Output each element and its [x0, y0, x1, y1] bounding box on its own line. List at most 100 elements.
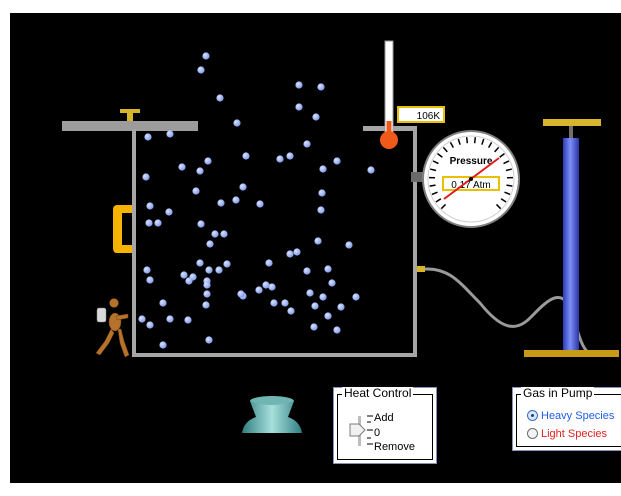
gas-particle — [239, 183, 247, 191]
gas-particle — [184, 316, 192, 324]
pressure-gauge: Pressure 0.17 Atm — [411, 130, 520, 228]
gas-particle — [303, 267, 311, 275]
heat-control-title: Heat Control — [342, 386, 414, 400]
gas-particle — [220, 230, 228, 238]
gas-particle — [281, 299, 289, 307]
temperature-readout: 106K — [417, 111, 441, 122]
gas-particle — [306, 289, 314, 297]
gas-particle — [165, 208, 173, 216]
gas-particle — [205, 336, 213, 344]
gas-particle — [144, 133, 152, 141]
gas-particle — [312, 113, 320, 121]
gas-particle — [337, 303, 345, 311]
gas-particle — [232, 196, 240, 204]
pump-handle[interactable] — [543, 119, 601, 126]
gauge-tick — [473, 137, 477, 144]
radio-heavy-species[interactable]: Heavy Species — [527, 410, 614, 423]
radio-button-selected[interactable] — [527, 410, 538, 421]
gas-particle — [286, 250, 294, 258]
gas-particle — [216, 94, 224, 102]
container-box — [132, 126, 417, 357]
radio-light-species[interactable]: Light Species — [527, 428, 607, 441]
gas-particles — [138, 52, 375, 349]
gas-particle — [202, 52, 210, 60]
gas-particle — [295, 103, 303, 111]
gas-particle — [146, 321, 154, 329]
figure-pusher — [95, 298, 130, 358]
pump-barrel — [563, 138, 579, 353]
gas-particle — [204, 157, 212, 165]
gas-particle — [215, 266, 223, 274]
gas-particle — [318, 189, 326, 197]
gas-particle — [317, 206, 325, 214]
gas-particle — [295, 81, 303, 89]
box-lid[interactable] — [62, 109, 198, 131]
gas-particle — [146, 202, 154, 210]
gas-particle — [314, 237, 322, 245]
gas-particle — [345, 241, 353, 249]
gas-particle — [352, 293, 360, 301]
gas-particle — [166, 130, 174, 138]
gas-particle — [196, 167, 204, 175]
gas-particle — [333, 157, 341, 165]
heat-add-label: Add — [374, 412, 394, 424]
gas-particle — [203, 281, 211, 289]
pump-hose — [417, 266, 590, 354]
gauge-tick — [506, 184, 513, 187]
gas-particle — [270, 299, 278, 307]
gas-particle — [192, 187, 200, 195]
pressure-title: Pressure — [450, 156, 493, 167]
gas-particle — [202, 301, 210, 309]
gas-particle — [287, 307, 295, 315]
simulation-canvas[interactable]: 106K Pressure 0.17 Atm Heat Control Add … — [10, 13, 621, 483]
gas-particle — [159, 299, 167, 307]
heat-zero-label: 0 — [374, 427, 381, 439]
gas-particle — [206, 240, 214, 248]
gas-particle — [223, 260, 231, 268]
gas-particle — [319, 293, 327, 301]
radio-button[interactable] — [527, 428, 538, 439]
gauge-tick — [465, 137, 469, 144]
gas-particle — [166, 315, 174, 323]
gas-particle — [328, 279, 336, 287]
gas-particle — [293, 248, 301, 256]
heat-slider[interactable] — [348, 410, 374, 450]
gas-particle — [256, 200, 264, 208]
gas-particle — [154, 219, 162, 227]
slider-thumb[interactable] — [349, 423, 366, 437]
gas-particle — [178, 163, 186, 171]
box-handle[interactable] — [113, 205, 132, 253]
gas-particle — [255, 286, 263, 294]
gas-in-pump-title: Gas in Pump — [521, 386, 595, 400]
gas-particle — [197, 66, 205, 74]
gas-particle — [205, 266, 213, 274]
gas-particle — [317, 83, 325, 91]
gas-particle — [262, 281, 270, 289]
gas-particle — [146, 276, 154, 284]
gas-particle — [211, 230, 219, 238]
thermometer: 106K — [380, 40, 445, 149]
gas-particle — [237, 290, 245, 298]
heat-control-panel: Heat Control Add 0 Remove — [333, 387, 437, 464]
gas-particle — [303, 140, 311, 148]
gas-particle — [185, 277, 193, 285]
gas-particle — [324, 265, 332, 273]
air-pump[interactable] — [524, 119, 619, 357]
gas-particle — [138, 315, 146, 323]
gas-particle — [311, 302, 319, 310]
gas-particle — [203, 290, 211, 298]
gas-particle — [286, 152, 294, 160]
gas-particle — [145, 219, 153, 227]
gas-in-pump-panel: Gas in Pump Heavy Species Light Species — [512, 387, 621, 451]
gas-particle — [310, 323, 318, 331]
gas-particle — [143, 266, 151, 274]
gas-particle — [333, 326, 341, 334]
gas-particle — [242, 152, 250, 160]
gas-particle — [196, 259, 204, 267]
pump-base — [524, 350, 619, 357]
gas-particle — [319, 165, 327, 173]
heat-remove-label: Remove — [374, 441, 415, 453]
heater-burner — [242, 396, 302, 433]
gas-particle — [159, 341, 167, 349]
light-species-label: Light Species — [541, 428, 608, 440]
